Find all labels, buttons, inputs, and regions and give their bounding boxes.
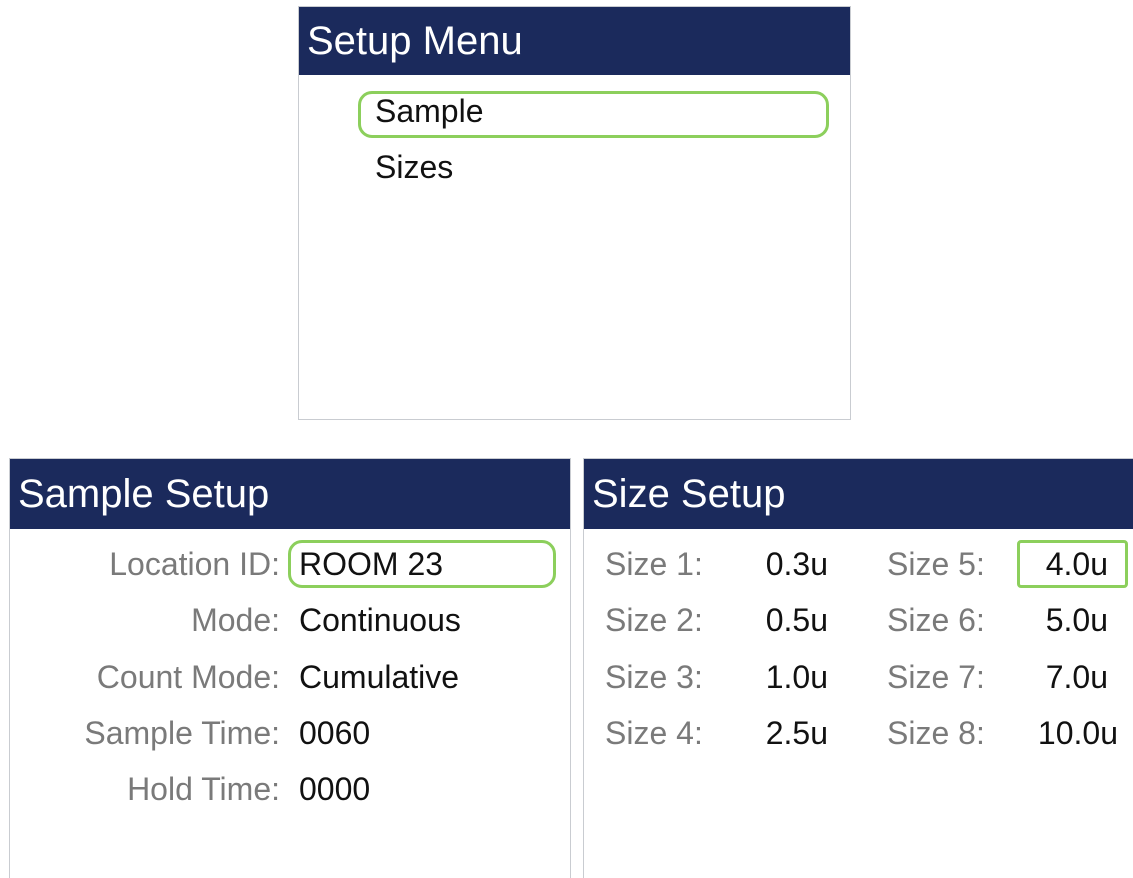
menu-item-sample[interactable]: Sample (375, 93, 484, 130)
size-1-label: Size 1: (605, 546, 703, 582)
size-8-label: Size 8: (887, 715, 985, 751)
hold-time-field[interactable]: 0000 (299, 771, 370, 808)
size-5-label: Size 5: (887, 546, 985, 582)
size-7-field[interactable]: 7.0u (1014, 659, 1108, 696)
size-8-field[interactable]: 10.0u (1014, 715, 1118, 752)
mode-label: Mode: (191, 602, 280, 638)
location-id-label: Location ID: (109, 546, 280, 582)
size-4-field[interactable]: 2.5u (752, 715, 828, 752)
size-7-label: Size 7: (887, 659, 985, 695)
sample-time-field[interactable]: 0060 (299, 715, 370, 752)
size-setup-title: Size Setup (584, 459, 1133, 529)
sample-setup-panel: Sample Setup Location ID: ROOM 23 Mode: … (9, 458, 571, 878)
size-setup-panel: Size Setup Size 1: 0.3u Size 2: 0.5u Siz… (583, 458, 1133, 878)
size-6-field[interactable]: 5.0u (1014, 602, 1108, 639)
size-3-label: Size 3: (605, 659, 703, 695)
location-id-field[interactable]: ROOM 23 (299, 546, 443, 583)
menu-item-sizes[interactable]: Sizes (375, 149, 453, 186)
sample-setup-title: Sample Setup (10, 459, 570, 529)
size-1-field[interactable]: 0.3u (752, 546, 828, 583)
size-4-label: Size 4: (605, 715, 703, 751)
hold-time-label: Hold Time: (127, 771, 280, 807)
mode-field[interactable]: Continuous (299, 602, 461, 639)
setup-menu-title: Setup Menu (299, 7, 850, 75)
size-2-label: Size 2: (605, 602, 703, 638)
sample-time-label: Sample Time: (84, 715, 280, 751)
setup-menu-panel: Setup Menu Sample Sizes (298, 6, 851, 420)
size-5-field[interactable]: 4.0u (1014, 546, 1108, 583)
count-mode-label: Count Mode: (96, 659, 280, 695)
size-6-label: Size 6: (887, 602, 985, 638)
size-3-field[interactable]: 1.0u (752, 659, 828, 696)
count-mode-field[interactable]: Cumulative (299, 659, 459, 696)
size-2-field[interactable]: 0.5u (752, 602, 828, 639)
